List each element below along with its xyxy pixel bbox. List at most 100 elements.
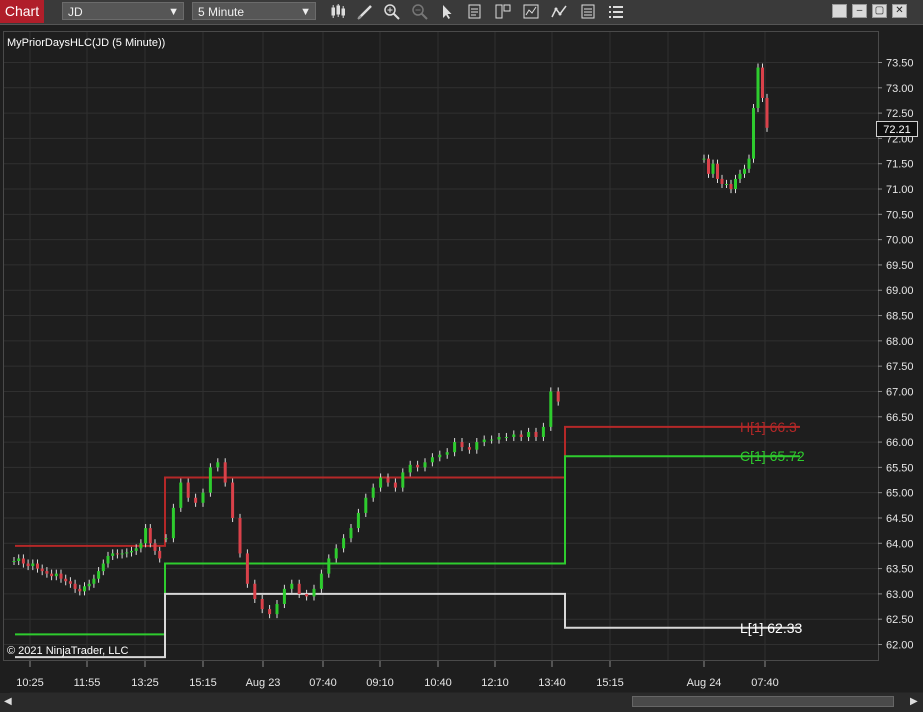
horizontal-scrollbar[interactable]: ◀ ▶: [0, 693, 923, 712]
y-tick-label: 70.00: [886, 235, 914, 247]
candle-body: [153, 543, 157, 551]
candle-body: [186, 482, 190, 498]
y-tick-label: 62.00: [886, 640, 914, 652]
candle-body: [45, 571, 49, 574]
y-tick-label: 64.00: [886, 538, 914, 550]
line-label-high: H[1] 66.3: [740, 419, 797, 435]
x-tick-label: 11:55: [74, 677, 101, 689]
candle-body: [752, 108, 755, 159]
candle-body: [512, 434, 516, 438]
y-tick-label: 64.50: [886, 513, 914, 525]
scroll-left-icon[interactable]: ◀: [4, 696, 14, 708]
y-tick-label: 71.50: [886, 159, 914, 171]
candle-body: [92, 578, 96, 584]
candle-body: [342, 538, 346, 549]
y-tick-label: 62.50: [886, 614, 914, 626]
candle-body: [73, 583, 77, 589]
y-tick-label: 68.50: [886, 311, 914, 323]
candle-body: [467, 447, 471, 450]
candle-body: [115, 553, 119, 555]
y-tick-label: 63.50: [886, 564, 914, 576]
candle-body: [245, 553, 249, 584]
candle-body: [194, 497, 198, 503]
x-tick-label: Aug 24: [687, 677, 722, 689]
candle-body: [17, 558, 21, 561]
candle-body: [393, 482, 397, 488]
scrollbar-thumb[interactable]: [632, 696, 894, 707]
candle-body: [21, 558, 25, 564]
candle-body: [68, 581, 72, 584]
y-tick-label: 65.00: [886, 488, 914, 500]
candle-body: [59, 573, 63, 579]
y-tick-label: 71.00: [886, 184, 914, 196]
candle-body: [401, 472, 405, 488]
candle-body: [349, 528, 353, 539]
x-tick-label: 07:40: [751, 677, 779, 689]
candle-body: [738, 173, 742, 179]
series-line-H[1]: [15, 425, 800, 547]
candle-body: [386, 477, 390, 483]
candle-body: [438, 454, 442, 458]
candle-body: [519, 434, 523, 438]
candle-body: [179, 482, 183, 508]
x-tick-label: 12:10: [481, 677, 509, 689]
candle-body: [747, 158, 751, 169]
candle-body: [541, 426, 545, 438]
x-tick-label: 13:25: [131, 677, 159, 689]
candle-body: [171, 507, 175, 539]
line-label-close: C[1] 65.72: [740, 448, 805, 464]
y-tick-label: 72.50: [886, 108, 914, 120]
candle-body: [504, 437, 508, 439]
candle-body: [743, 168, 746, 174]
candle-body: [54, 573, 58, 577]
candle-body: [36, 563, 39, 569]
candle-body: [423, 462, 427, 468]
candle-body: [201, 492, 205, 503]
candle-body: [64, 578, 68, 582]
scroll-right-icon[interactable]: ▶: [910, 696, 920, 708]
candle-body: [50, 573, 54, 577]
hlc-lines: H[1] 66.3 C[1] 65.72 L[1] 62.33: [15, 419, 805, 659]
candle-body: [144, 528, 148, 544]
candle-body: [83, 586, 86, 592]
candle-body: [364, 497, 368, 513]
candle-body: [453, 442, 457, 453]
candle-body: [268, 609, 272, 615]
candle-body: [297, 583, 301, 594]
candle-body: [260, 598, 264, 610]
candle-body: [430, 457, 434, 463]
candle-body: [734, 178, 737, 190]
candle-body: [125, 552, 129, 554]
candle-body: [312, 588, 316, 597]
candle-body: [460, 442, 464, 448]
candle-body: [527, 431, 531, 438]
candle-body: [26, 563, 30, 567]
candle-body: [253, 583, 257, 599]
candle-body: [31, 563, 35, 567]
candle-body: [707, 158, 710, 174]
candle-body: [319, 573, 323, 589]
candle-body: [327, 558, 331, 574]
x-tick-label: Aug 23: [246, 677, 281, 689]
candle-body: [534, 431, 538, 438]
candle-body: [549, 391, 553, 427]
candle-body: [711, 163, 715, 174]
candle-body: [334, 548, 338, 559]
candle-body: [729, 183, 733, 190]
candle-body: [275, 604, 279, 615]
candle-body: [702, 158, 706, 160]
candle-body: [305, 593, 309, 597]
x-tick-label: 10:40: [424, 677, 452, 689]
candle-body: [12, 560, 16, 562]
candle-body: [556, 391, 560, 402]
price-chart: H[1] 66.3 C[1] 65.72 L[1] 62.33 73.50 73.00…: [4, 32, 923, 693]
x-tick-label: 15:15: [596, 677, 624, 689]
candle-body: [497, 437, 501, 440]
candle-body: [282, 588, 286, 605]
candle-body: [216, 462, 220, 468]
candle-body: [223, 462, 227, 483]
candle-body: [371, 487, 375, 498]
candle-body: [130, 550, 133, 553]
candle-body: [290, 583, 294, 589]
x-tick-label: 10:25: [16, 677, 44, 689]
